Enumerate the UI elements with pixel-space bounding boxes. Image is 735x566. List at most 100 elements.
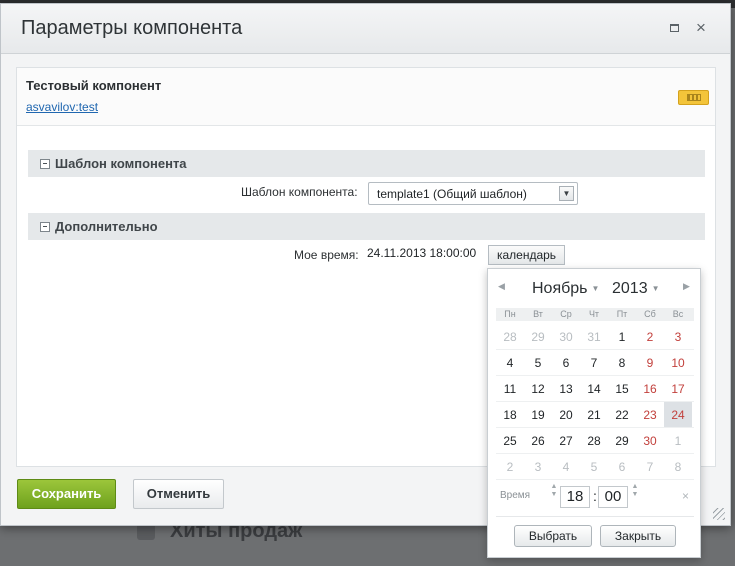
calendar-week-row: 28 29 30 31 1 2 3: [496, 324, 694, 350]
calendar-day[interactable]: 29: [524, 324, 552, 349]
calendar-day[interactable]: 24: [664, 402, 692, 427]
calendar-day[interactable]: 1: [608, 324, 636, 349]
calendar-day[interactable]: 4: [496, 350, 524, 375]
calendar-year: 2013: [612, 280, 648, 297]
calendar-month: Ноябрь: [532, 280, 588, 297]
calendar-day[interactable]: 13: [552, 376, 580, 401]
calendar-day[interactable]: 31: [580, 324, 608, 349]
weekday-label: Пн: [504, 309, 516, 319]
calendar-day[interactable]: 28: [580, 428, 608, 453]
calendar-day[interactable]: 11: [496, 376, 524, 401]
clear-time-icon[interactable]: ×: [682, 489, 689, 503]
template-select-value: template1 (Общий шаблон): [377, 187, 527, 201]
calendar-day[interactable]: 22: [608, 402, 636, 427]
calendar-day[interactable]: 21: [580, 402, 608, 427]
hours-spinner-icon[interactable]: ▲ ▼: [550, 483, 558, 499]
weekday-label: Вс: [672, 309, 684, 319]
weekday-label: Пт: [616, 309, 628, 319]
calendar-week-row: 18 19 20 21 22 23 24: [496, 402, 694, 428]
chevron-down-icon: ▼: [591, 284, 600, 294]
calendar-day[interactable]: 9: [636, 350, 664, 375]
calendar-day[interactable]: 20: [552, 402, 580, 427]
calendar-day[interactable]: 6: [608, 454, 636, 479]
calendar-day[interactable]: 3: [664, 324, 692, 349]
calendar-days-grid: 28 29 30 31 1 2 3 4 5 6 7 8 9 10 11 12 13 14 15 16 17 18 19 20 2…: [496, 324, 694, 480]
close-icon[interactable]: ×: [692, 19, 710, 37]
calendar-day[interactable]: 7: [580, 350, 608, 375]
weekday-header: Пн Вт Ср Чт Пт Сб Вс: [496, 308, 694, 321]
calendar-day[interactable]: 4: [552, 454, 580, 479]
calendar-day[interactable]: 23: [636, 402, 664, 427]
calendar-day[interactable]: 17: [664, 376, 692, 401]
calendar-day[interactable]: 27: [552, 428, 580, 453]
calendar-time-label: Время: [500, 490, 531, 501]
calendar-day[interactable]: 2: [496, 454, 524, 479]
calendar-day[interactable]: 26: [524, 428, 552, 453]
cancel-button[interactable]: Отменить: [133, 479, 224, 509]
template-select[interactable]: template1 (Общий шаблон) ▼: [368, 182, 578, 205]
minutes-input[interactable]: 00: [598, 486, 628, 508]
calendar-day[interactable]: 8: [608, 350, 636, 375]
dialog-title: Параметры компонента: [21, 17, 243, 39]
calendar-day[interactable]: 14: [580, 376, 608, 401]
calendar-day[interactable]: 6: [552, 350, 580, 375]
calendar-day[interactable]: 5: [524, 350, 552, 375]
calendar-day[interactable]: 30: [636, 428, 664, 453]
calendar-popup: ◀ Ноябрь ▼ 2013 ▼ ▶ Пн Вт Ср Чт Пт Сб Вс 2…: [487, 268, 701, 558]
calendar-week-row: 4 5 6 7 8 9 10: [496, 350, 694, 376]
calendar-day[interactable]: 25: [496, 428, 524, 453]
calendar-week-row: 2345678: [496, 454, 694, 480]
calendar-day[interactable]: 7: [636, 454, 664, 479]
section-additional[interactable]: Дополнительно: [28, 213, 705, 240]
time-separator: :: [593, 488, 597, 504]
calendar-week-row: 11 12 13 14 15 16 17: [496, 376, 694, 402]
component-header: Тестовый компонент asvavilov:test: [17, 68, 715, 126]
calendar-day[interactable]: 19: [524, 402, 552, 427]
calendar-divider: [496, 516, 694, 517]
weekday-label: Вт: [533, 309, 543, 319]
calendar-day[interactable]: 18: [496, 402, 524, 427]
calendar-day[interactable]: 1: [664, 428, 692, 453]
calendar-month-select[interactable]: Ноябрь ▼: [532, 280, 599, 298]
calendar-day[interactable]: 8: [664, 454, 692, 479]
calendar-day[interactable]: 5: [580, 454, 608, 479]
calendar-day[interactable]: 12: [524, 376, 552, 401]
dialog-header[interactable]: Параметры компонента ×: [1, 4, 730, 54]
maximize-icon[interactable]: [665, 19, 683, 37]
calendar-week-row: 25 26 27 28 29 30 1: [496, 428, 694, 454]
component-name: Тестовый компонент: [26, 78, 162, 93]
calendar-choose-button[interactable]: Выбрать: [514, 525, 592, 547]
calendar-day[interactable]: 2: [636, 324, 664, 349]
calendar-day[interactable]: 28: [496, 324, 524, 349]
calendar-year-select[interactable]: 2013 ▼: [612, 280, 660, 298]
collapse-minus-icon[interactable]: [40, 159, 50, 169]
collapse-minus-icon[interactable]: [40, 222, 50, 232]
calendar-day[interactable]: 30: [552, 324, 580, 349]
weekday-label: Ср: [560, 309, 572, 319]
weekday-label: Чт: [588, 309, 600, 319]
calendar-day[interactable]: 3: [524, 454, 552, 479]
prev-month-icon[interactable]: ◀: [498, 281, 505, 292]
calendar-day[interactable]: 15: [608, 376, 636, 401]
time-field-label: Мое время:: [294, 248, 359, 262]
minutes-spinner-icon[interactable]: ▲ ▼: [631, 483, 639, 499]
resize-handle-icon[interactable]: [713, 508, 725, 520]
hours-input[interactable]: 18: [560, 486, 590, 508]
next-month-icon[interactable]: ▶: [683, 281, 690, 292]
calendar-close-button[interactable]: Закрыть: [600, 525, 676, 547]
calendar-day[interactable]: 29: [608, 428, 636, 453]
section-template[interactable]: Шаблон компонента: [28, 150, 705, 177]
time-field-input[interactable]: 24.11.2013 18:00:00: [367, 246, 476, 260]
chevron-down-icon: ▼: [651, 284, 660, 294]
section-additional-title: Дополнительно: [55, 219, 158, 234]
save-button[interactable]: Сохранить: [17, 479, 116, 509]
calendar-day[interactable]: 10: [664, 350, 692, 375]
component-link[interactable]: asvavilov:test: [26, 100, 98, 114]
template-field-label: Шаблон компонента:: [241, 185, 358, 199]
weekday-label: Сб: [644, 309, 656, 319]
section-template-title: Шаблон компонента: [55, 156, 187, 171]
chevron-down-icon[interactable]: ▼: [559, 186, 574, 201]
calendar-button[interactable]: календарь: [488, 245, 565, 265]
calendar-day[interactable]: 16: [636, 376, 664, 401]
keyboard-icon[interactable]: [678, 90, 709, 105]
